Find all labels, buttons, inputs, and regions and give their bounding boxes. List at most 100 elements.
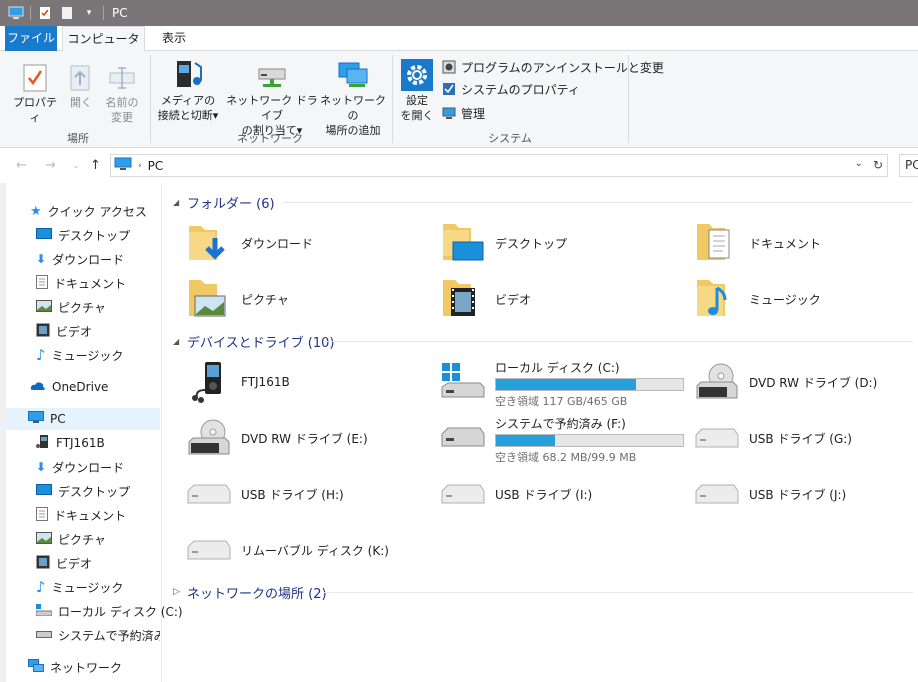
uninstall-programs-button[interactable]: プログラムのアンインストールと変更 [441,57,664,77]
network-locations-section-header[interactable]: ▷ ネットワークの場所 (2) [173,581,913,603]
collapse-triangle-icon: ◢ [173,336,180,346]
windows-drive-icon [439,357,487,405]
folder-documents[interactable]: ドキュメント [693,218,821,268]
dvd-drive-icon [693,358,741,406]
ribbon: プロパティ 開く 名前の 変更 場所 メディアの 接続と切断▾ ネットワーク ド… [0,51,918,148]
nav-qa-videos[interactable]: ビデオ [36,320,92,342]
open-icon [64,59,98,93]
nav-scrollbar[interactable] [0,183,6,682]
address-field[interactable]: › PC ⌄ ↻ [110,154,888,177]
nav-pc-system-reserved-f[interactable]: システムで予約済み (F [36,624,160,646]
open-button[interactable]: 開く [62,59,100,110]
network-drive-icon [255,57,289,91]
system-properties-icon [441,81,457,97]
manage-computer-icon [441,105,457,121]
tab-view[interactable]: 表示 [150,26,198,51]
rename-button[interactable]: 名前の 変更 [101,59,143,125]
drive-e[interactable]: DVD RW ドライブ (E:) [185,413,368,463]
refresh-icon[interactable]: ↻ [873,158,883,172]
breadcrumb-pc[interactable]: PC [148,159,164,173]
forward-arrow-icon[interactable]: → [45,158,56,173]
open-settings-button[interactable]: 設定 を開く [398,57,436,123]
back-arrow-icon[interactable]: ← [16,158,27,173]
film-icon [36,323,50,340]
drive-h[interactable]: USB ドライブ (H:) [185,469,344,519]
properties-button[interactable]: プロパティ [10,59,60,125]
nav-pc-documents[interactable]: ドキュメント [36,504,126,526]
music-note-icon: ♪ [36,578,46,596]
desktop-icon [36,483,52,499]
separator [30,6,31,20]
folder-videos[interactable]: ビデオ [439,274,531,324]
nav-network[interactable]: ネットワーク [28,656,122,678]
picture-icon [36,299,52,315]
address-dropdown-icon[interactable]: ⌄ [855,158,863,172]
videos-folder-icon [439,275,487,323]
devices-section-header[interactable]: ◢ デバイスとドライブ (10) [173,330,913,352]
nav-pc-pictures[interactable]: ピクチャ [36,528,106,550]
document-icon [36,506,48,524]
nav-onedrive[interactable]: OneDrive [30,376,108,398]
folders-section-header[interactable]: ◢ フォルダー (6) [173,191,913,213]
drive-f[interactable]: システムで予約済み (F:) 空き領域 68.2 MB/99.9 MB [439,413,684,465]
drive-c[interactable]: ローカル ディスク (C:) 空き領域 117 GB/465 GB [439,357,684,409]
windows-drive-icon [36,603,53,619]
title-bar: ▾ PC [0,0,918,26]
drive-g[interactable]: USB ドライブ (G:) [693,413,852,463]
drive-j[interactable]: USB ドライブ (J:) [693,469,846,519]
star-icon: ★ [30,203,42,219]
ribbon-separator [392,55,393,143]
manage-button[interactable]: 管理 [441,103,485,123]
content-pane: ◢ フォルダー (6) ダウンロード デスクトップ ドキュメント ピクチャ ビデ… [163,183,918,682]
folder-pictures[interactable]: ピクチャ [185,274,289,324]
media-connect-button[interactable]: メディアの 接続と切断▾ [154,57,222,123]
nav-pc-local-disk-c[interactable]: ローカル ディスク (C:) [36,600,183,622]
usb-drive-icon [439,470,487,518]
new-folder-quick-icon[interactable] [59,5,75,21]
drive-i[interactable]: USB ドライブ (I:) [439,469,592,519]
network-location-icon [336,57,370,91]
folder-downloads[interactable]: ダウンロード [185,218,313,268]
drive-d[interactable]: DVD RW ドライブ (D:) [693,357,877,407]
computer-icon [8,5,24,21]
recent-locations-chevron-icon[interactable]: ⌄ [72,161,80,171]
customize-dropdown-icon[interactable]: ▾ [81,5,97,21]
device-ftj161b[interactable]: FTJ161B [185,357,290,407]
properties-quick-icon[interactable] [37,5,53,21]
map-network-drive-button[interactable]: ネットワーク ドライブ の割り当て▾ [224,57,320,138]
nav-qa-music[interactable]: ♪ ミュージック [36,344,123,366]
folder-desktop[interactable]: デスクトップ [439,218,567,268]
nav-pc-ftj161b[interactable]: FTJ161B [36,432,105,454]
ribbon-separator [628,55,629,143]
tab-file[interactable]: ファイル [5,26,57,51]
up-arrow-icon[interactable]: ↑ [90,158,101,173]
ribbon-separator [150,55,151,143]
usb-drive-icon [693,470,741,518]
drive-k[interactable]: リムーバブル ディスク (K:) [185,525,389,575]
downloads-folder-icon [185,219,233,267]
settings-gear-icon [400,57,434,91]
usb-drive-icon [693,414,741,462]
nav-qa-desktop[interactable]: デスクトップ 📌 [36,224,130,246]
nav-qa-documents[interactable]: ドキュメント 📌 [36,272,126,294]
section-divider [323,341,913,342]
section-divider [283,202,913,203]
folder-music[interactable]: ミュージック [693,274,821,324]
nav-pc[interactable]: PC [0,408,160,430]
collapse-triangle-icon: ◢ [173,197,180,207]
search-input[interactable]: PC [899,154,918,177]
picture-icon [36,531,52,547]
nav-pc-downloads[interactable]: ⬇ ダウンロード [36,456,124,478]
nav-qa-downloads[interactable]: ⬇ ダウンロード 📌 [36,248,124,270]
portable-media-player-icon [185,358,233,406]
drive-f-usage-bar [495,434,684,447]
system-properties-button[interactable]: システムのプロパティ [441,79,580,99]
nav-pc-videos[interactable]: ビデオ [36,552,92,574]
tab-computer[interactable]: コンピューター [62,26,145,70]
nav-pc-music[interactable]: ♪ ミュージック [36,576,123,598]
nav-pc-desktop[interactable]: デスクトップ [36,480,130,502]
download-arrow-icon: ⬇ [36,252,47,266]
nav-qa-pictures[interactable]: ピクチャ 📌 [36,296,106,318]
nav-quick-access[interactable]: ★ クイック アクセス [30,200,147,222]
add-network-location-button[interactable]: ネットワークの 場所の追加 [320,57,386,138]
